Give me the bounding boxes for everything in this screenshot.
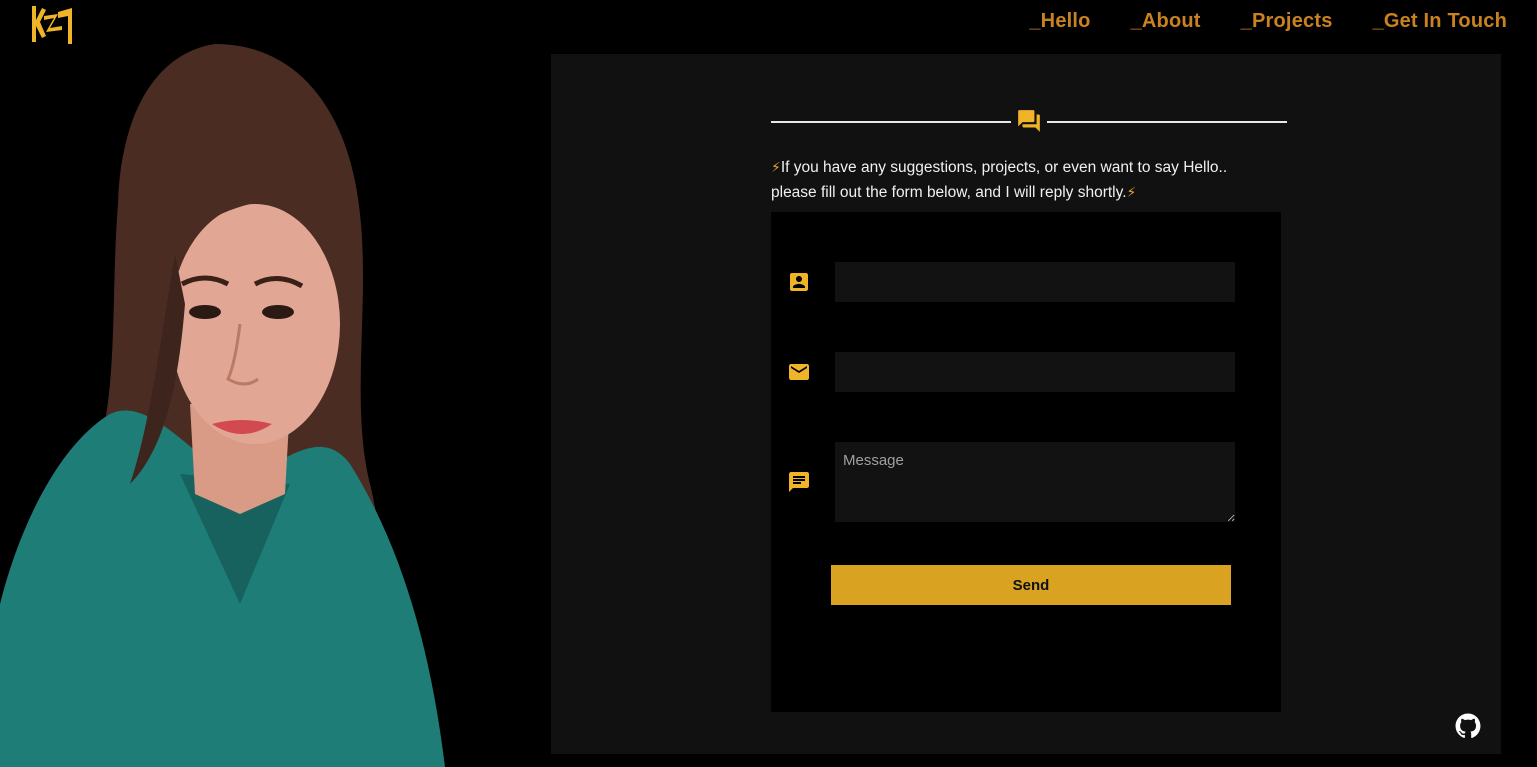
nav-projects[interactable]: _Projects [1241, 10, 1333, 33]
message-row [771, 442, 1281, 522]
contact-intro: ⚡If you have any suggestions, projects, … [771, 155, 1291, 205]
contact-form: Send [771, 212, 1281, 712]
person-icon [790, 273, 808, 291]
nav-hello[interactable]: _Hello [1029, 10, 1090, 33]
top-nav: _Hello _About _Projects _Get In Touch [1029, 10, 1507, 33]
message-icon [789, 472, 809, 492]
email-row [771, 352, 1281, 392]
section-divider [771, 106, 1287, 136]
bolt-icon: ⚡ [771, 159, 781, 175]
send-button[interactable]: Send [831, 565, 1231, 605]
divider-line-right [1047, 121, 1287, 123]
name-input[interactable] [835, 262, 1235, 302]
github-icon[interactable] [1455, 713, 1481, 739]
nav-get-in-touch[interactable]: _Get In Touch [1373, 10, 1507, 33]
chat-icon [1018, 110, 1040, 132]
portrait-image [0, 44, 445, 767]
divider-line-left [771, 121, 1011, 123]
intro-line-2: please fill out the form below, and I wi… [771, 184, 1127, 201]
bolt-icon: ⚡ [1126, 184, 1137, 200]
email-input[interactable] [835, 352, 1235, 392]
name-row [771, 262, 1281, 302]
mail-icon [789, 364, 809, 380]
message-textarea[interactable] [835, 442, 1235, 522]
intro-line-1: If you have any suggestions, projects, o… [780, 159, 1228, 176]
kz-logo-icon[interactable] [28, 2, 74, 46]
nav-about[interactable]: _About [1131, 10, 1201, 33]
